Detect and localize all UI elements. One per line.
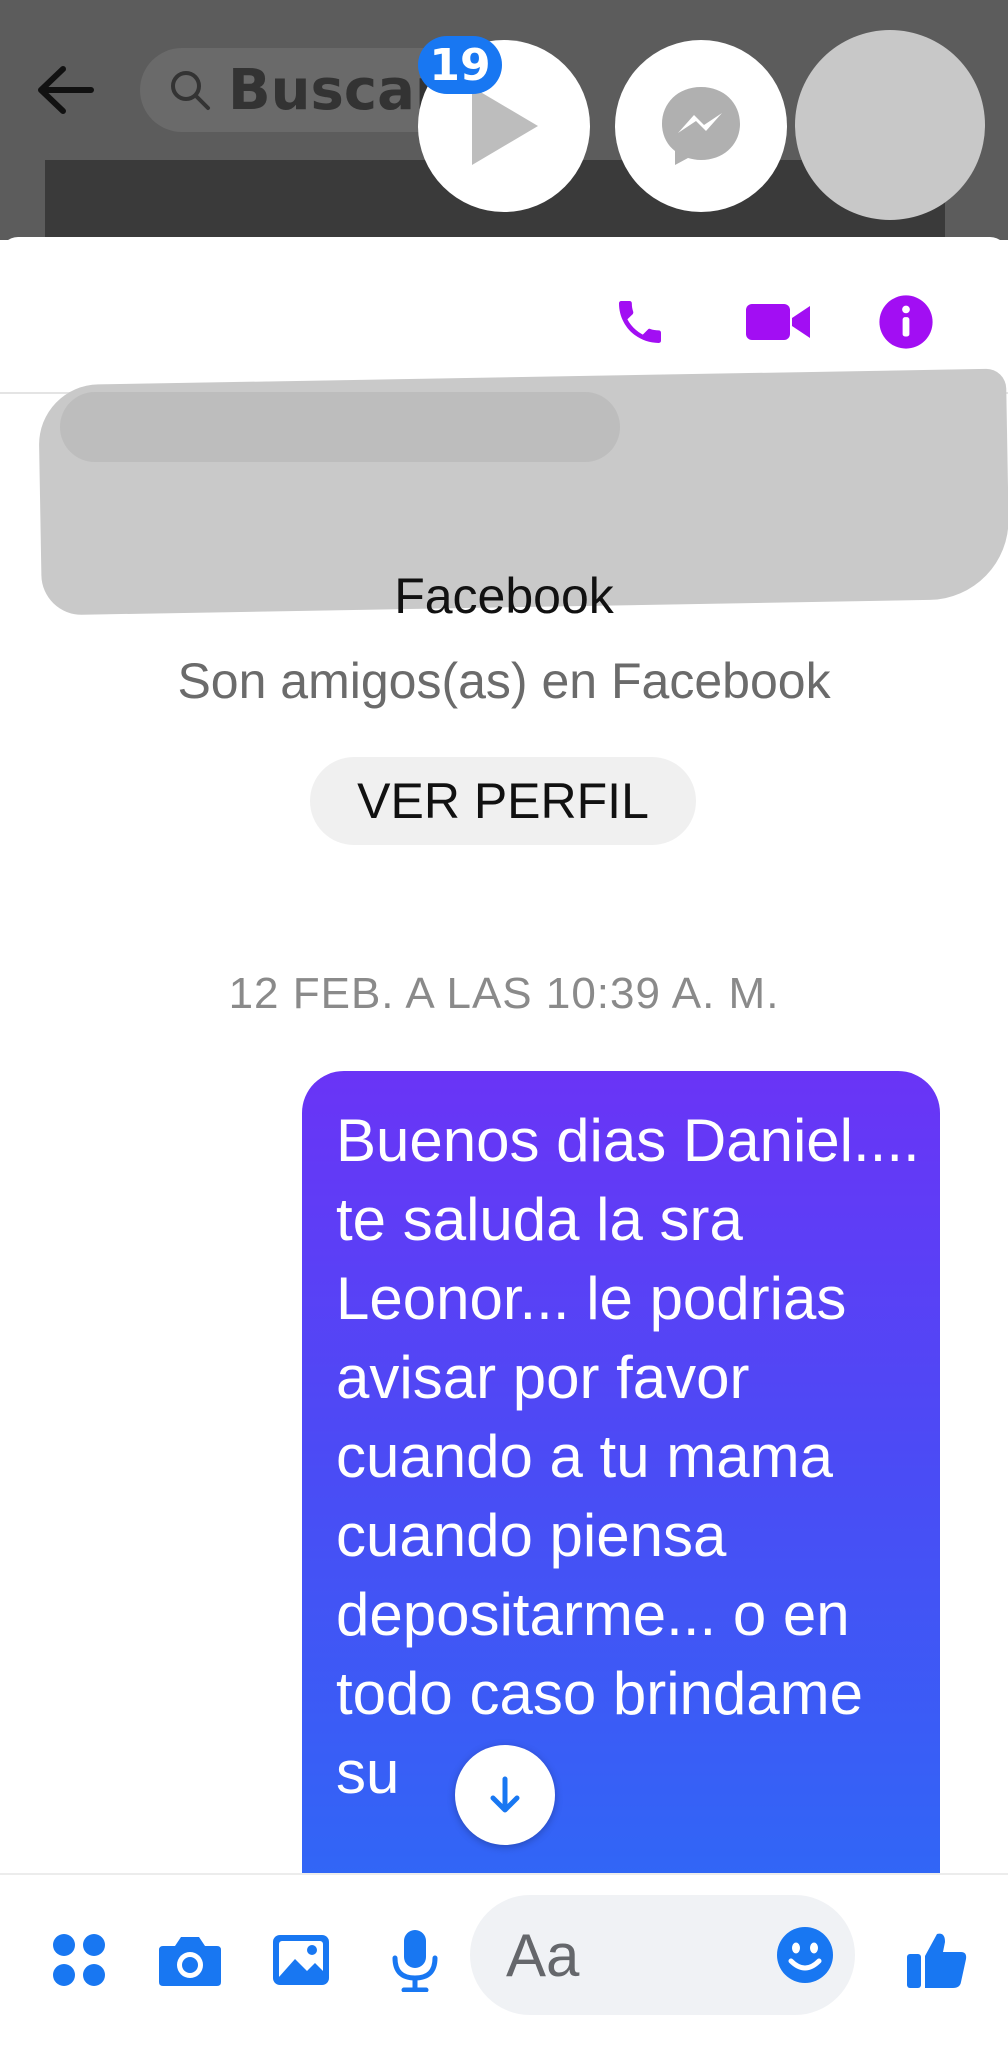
message-timestamp: 12 FEB. A LAS 10:39 A. M. <box>228 969 780 1018</box>
message-composer: Aa <box>0 1873 1008 2050</box>
redacted-profile-detail <box>60 392 620 462</box>
video-count-badge: 19 <box>418 36 502 94</box>
search-icon <box>171 71 210 110</box>
video-call-button[interactable] <box>738 287 818 357</box>
arrow-down-icon <box>490 1776 520 1813</box>
apps-icon <box>53 1934 105 1986</box>
camera-button[interactable] <box>155 1925 225 1995</box>
camera-icon <box>159 1937 221 1986</box>
view-profile-button[interactable]: VER PERFIL <box>310 757 696 845</box>
friendship-status: Son amigos(as) en Facebook <box>177 653 831 709</box>
chat-head-avatar-redacted[interactable] <box>795 30 985 220</box>
message-input[interactable]: Aa <box>470 1895 855 2015</box>
microphone-icon <box>392 1930 438 1992</box>
play-icon <box>472 87 538 165</box>
gallery-button[interactable] <box>266 1925 336 1995</box>
info-icon <box>879 295 933 349</box>
video-camera-icon <box>746 304 810 340</box>
info-button[interactable] <box>871 287 941 357</box>
back-arrow-icon <box>38 66 94 114</box>
back-button[interactable] <box>30 55 100 125</box>
phone-icon <box>619 301 661 343</box>
outgoing-message-bubble[interactable]: Buenos dias Daniel.... te saluda la sra … <box>302 1071 940 1971</box>
message-input-placeholder: Aa <box>506 1922 580 1989</box>
search-placeholder: Buscar <box>228 57 443 123</box>
profile-name: Facebook <box>394 568 614 624</box>
like-button[interactable] <box>902 1925 972 1995</box>
chat-head-messenger[interactable] <box>615 40 787 212</box>
voice-message-button[interactable] <box>380 1925 450 1995</box>
message-text: Buenos dias Daniel.... te saluda la sra … <box>336 1107 920 1806</box>
emoji-icon[interactable] <box>775 1925 835 1985</box>
thumbs-up-icon <box>907 1933 967 1988</box>
more-actions-button[interactable] <box>44 1925 114 1995</box>
scroll-to-bottom-button[interactable] <box>455 1745 555 1845</box>
call-button[interactable] <box>605 287 675 357</box>
messenger-icon <box>662 87 740 165</box>
gallery-icon <box>273 1935 329 1985</box>
